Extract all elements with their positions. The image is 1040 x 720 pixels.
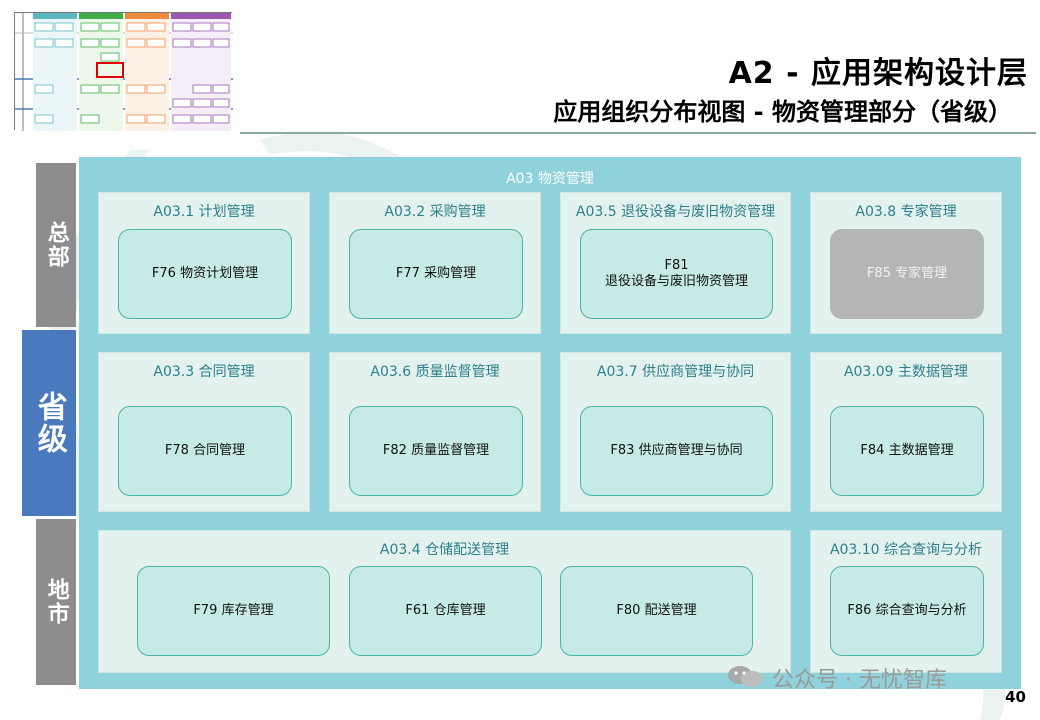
- wechat-icon: [728, 666, 763, 687]
- func-supplier[interactable]: F83 供应商管理与协同: [580, 406, 773, 496]
- group-label: A03.10 综合查询与分析: [829, 542, 983, 558]
- func-expert-management[interactable]: F85 专家管理: [830, 229, 984, 319]
- group-retired-equipment: A03.5 退役设备与废旧物资管理 F81 退役设备与废旧物资管理: [560, 192, 791, 334]
- func-master-data[interactable]: F84 主数据管理: [830, 406, 984, 496]
- group-label: A03.3 合同管理: [153, 364, 255, 380]
- func-name: 退役设备与废旧物资管理: [604, 274, 748, 289]
- group-label: A03.09 主数据管理: [843, 364, 969, 380]
- func-distribution[interactable]: F80 配送管理: [560, 566, 753, 656]
- func-material-plan[interactable]: F76 物资计划管理: [118, 229, 292, 319]
- thumbnail-minimap: [14, 12, 233, 131]
- level-label-province: 省级: [22, 330, 76, 516]
- title-divider: [240, 132, 1036, 134]
- group-expert-management: A03.8 专家管理 F85 专家管理: [810, 192, 1002, 334]
- group-procurement-management: A03.2 采购管理 F77 采购管理: [329, 192, 541, 334]
- func-retired-equipment[interactable]: F81 退役设备与废旧物资管理: [580, 229, 773, 319]
- group-label: A03.6 质量监督管理: [370, 364, 500, 380]
- page-title: A2 - 应用架构设计层: [728, 56, 1028, 91]
- func-quality-supervision[interactable]: F82 质量监督管理: [349, 406, 523, 496]
- group-quality-supervision: A03.6 质量监督管理 F82 质量监督管理: [329, 352, 541, 512]
- level-label-local: 地市: [36, 519, 76, 685]
- func-query-analysis[interactable]: F86 综合查询与分析: [830, 566, 984, 656]
- group-label: A03.4 仓储配送管理: [379, 542, 510, 558]
- func-warehouse[interactable]: F61 仓库管理: [349, 566, 542, 656]
- watermark-text: 公众号 · 无忧智库: [772, 668, 947, 693]
- group-label: A03.8 专家管理: [855, 204, 957, 220]
- group-contract-management: A03.3 合同管理 F78 合同管理: [98, 352, 310, 512]
- group-master-data: A03.09 主数据管理 F84 主数据管理: [810, 352, 1002, 512]
- func-code: F81: [664, 257, 689, 273]
- page-number: 40: [1005, 688, 1026, 706]
- group-label: A03.1 计划管理: [153, 204, 255, 220]
- func-inventory[interactable]: F79 库存管理: [137, 566, 330, 656]
- group-supplier-management: A03.7 供应商管理与协同 F83 供应商管理与协同: [560, 352, 791, 512]
- group-label: A03.5 退役设备与废旧物资管理: [575, 204, 776, 220]
- group-query-analysis: A03.10 综合查询与分析 F86 综合查询与分析: [810, 530, 1002, 673]
- minimap-graphic: [15, 13, 233, 131]
- func-procurement[interactable]: F77 采购管理: [349, 229, 523, 319]
- group-label: A03.7 供应商管理与协同: [596, 364, 755, 380]
- group-label: A03.2 采购管理: [384, 204, 486, 220]
- level-label-hq: 总部: [36, 163, 76, 327]
- group-plan-management: A03.1 计划管理 F76 物资计划管理: [98, 192, 310, 334]
- func-contract[interactable]: F78 合同管理: [118, 406, 292, 496]
- group-warehouse-distribution: A03.4 仓储配送管理 F79 库存管理 F61 仓库管理 F80 配送管理: [98, 530, 791, 673]
- domain-label: A03 物资管理: [506, 171, 594, 187]
- page-subtitle: 应用组织分布视图 - 物资管理部分（省级）: [553, 98, 1012, 126]
